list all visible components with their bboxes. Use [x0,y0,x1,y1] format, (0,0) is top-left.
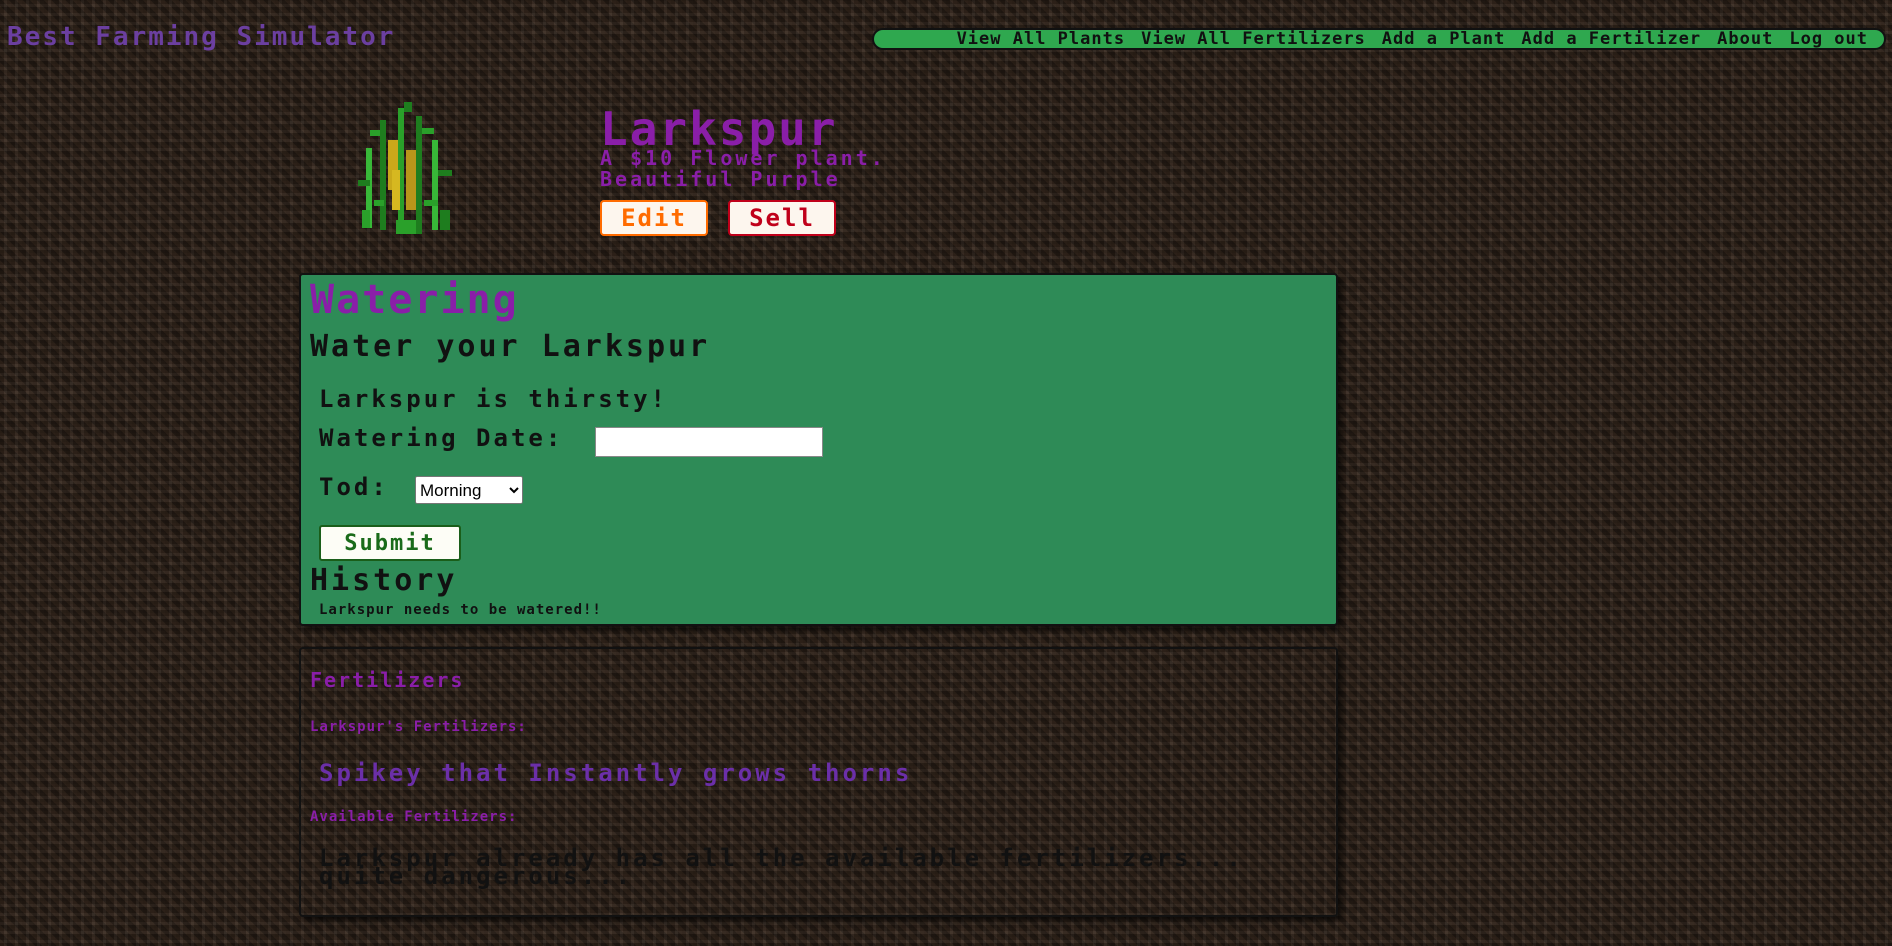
plant-color: Beautiful Purple [600,167,841,191]
available-fertilizers-message: Larkspur already has all the available f… [319,844,1244,890]
history-title: History [310,563,458,598]
current-fertilizers-label: Larkspur's Fertilizers: [310,719,527,735]
watering-date-input[interactable] [595,427,823,457]
history-note: Larkspur needs to be watered!! [319,602,602,618]
available-fertilizers-label: Available Fertilizers: [310,809,518,825]
sell-button[interactable]: Sell [728,200,836,236]
nav-add-fertilizer[interactable]: Add a Fertilizer [1521,29,1701,49]
submit-button[interactable]: Submit [319,525,461,561]
plant-description: A $10 Flower plant. Beautiful Purple [600,148,886,190]
fertilizer-item[interactable]: Spikey that Instantly grows thorns [319,759,912,787]
watering-subtitle: Water your Larkspur [310,329,711,364]
nav-view-all-fertilizers[interactable]: View All Fertilizers [1141,29,1366,49]
nav-view-all-plants[interactable]: View All Plants [957,29,1126,49]
watering-title: Watering [310,277,519,323]
nav-log-out[interactable]: Log out [1789,29,1868,49]
plant-price-type: A $10 Flower plant. [600,146,886,170]
fertilizers-title: Fertilizers [310,668,465,692]
site-brand[interactable]: Best Farming Simulator [7,22,395,52]
nav-add-plant[interactable]: Add a Plant [1382,29,1506,49]
edit-button[interactable]: Edit [600,200,708,236]
watering-date-label: Watering Date: [319,424,564,452]
tod-label: Tod: [319,473,389,501]
plant-sprite-icon [358,102,452,234]
thirst-status: Larkspur is thirsty! [319,385,668,413]
top-nav: View All Plants View All Fertilizers Add… [872,28,1886,50]
tod-select[interactable]: Morning [415,476,523,504]
nav-about[interactable]: About [1717,29,1773,49]
watering-panel: Watering Water your Larkspur Larkspur is… [299,273,1338,626]
fertilizers-panel: Fertilizers Larkspur's Fertilizers: Spik… [299,647,1338,917]
